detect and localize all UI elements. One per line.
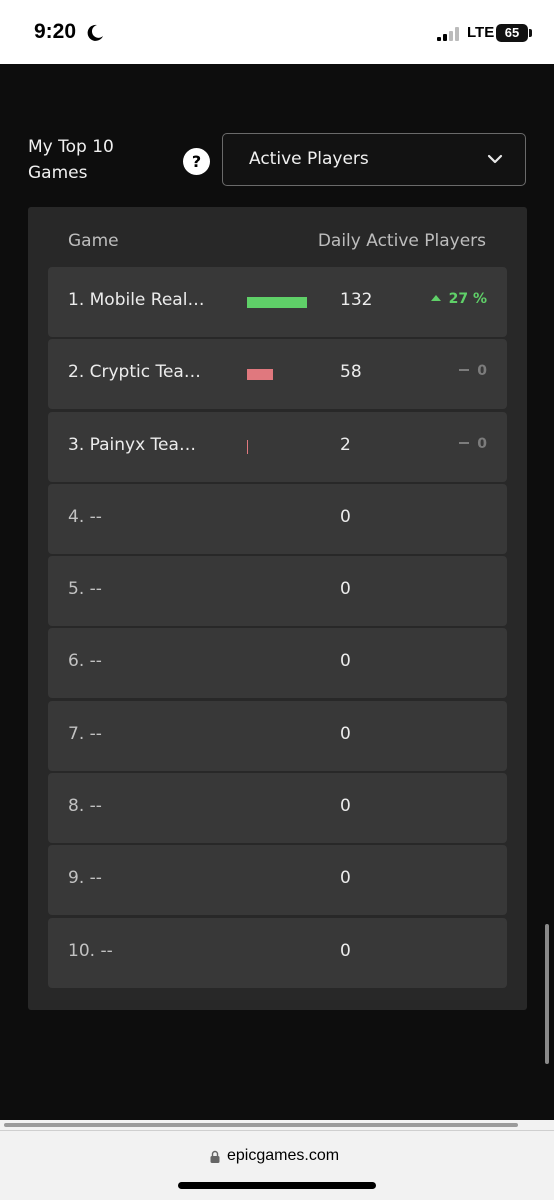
game-row[interactable]: 8. -- 0 (48, 773, 507, 844)
game-name: 1. Mobile Reali… (68, 290, 208, 310)
moon-icon (87, 24, 103, 41)
game-row[interactable]: 7. -- 0 (48, 700, 507, 771)
change-indicator: 27 % (430, 291, 487, 307)
battery-level: 65 (504, 25, 520, 40)
games-list: 1. Mobile Reali… 132 27 % 2. Cryptic Tea… 58… (48, 267, 507, 990)
game-row[interactable]: 2. Cryptic Tea… 58 0 (48, 339, 507, 410)
game-row[interactable]: 9. -- 0 (48, 845, 507, 916)
player-count: 132 (340, 290, 373, 310)
game-name: 3. Painyx Team… (68, 434, 208, 455)
change-value: 0 (477, 363, 487, 380)
metric-dropdown[interactable]: Active Players (222, 133, 526, 186)
player-count: 0 (340, 868, 351, 889)
game-row[interactable]: 10. -- 0 (48, 917, 507, 988)
signal-icon (437, 27, 459, 41)
game-row[interactable]: 4. -- 0 (48, 483, 507, 554)
metric-dropdown-value: Active Players (249, 149, 369, 169)
change-value: 0 (477, 435, 487, 452)
help-icon[interactable]: ? (183, 148, 210, 175)
game-name: 4. -- (68, 506, 102, 527)
player-count: 0 (340, 579, 351, 600)
player-count: 58 (340, 362, 362, 383)
section-title: My Top 10 Games (28, 137, 114, 183)
status-time: 9:20 (34, 20, 77, 43)
network-label: LTE (467, 24, 495, 41)
battery-icon: 65 (496, 24, 528, 42)
top-games-panel: Game Daily Active Players 1. Mobile Real… (28, 207, 527, 1010)
game-name: 6. -- (68, 651, 102, 672)
column-header-daily-active-players: Daily Active Players (317, 231, 486, 251)
player-count: 0 (340, 940, 351, 961)
change-value: 27 % (448, 291, 487, 307)
horizontal-scroll-indicator (4, 1123, 518, 1127)
player-bar (247, 439, 248, 454)
status-bar: 9:20 LTE 65 (0, 0, 554, 64)
column-header-game: Game (68, 231, 119, 251)
player-bar (247, 369, 273, 381)
game-row[interactable]: 1. Mobile Reali… 132 27 % (48, 267, 507, 337)
game-name: 9. -- (68, 868, 102, 889)
battery-tip (529, 29, 532, 37)
player-count: 0 (340, 796, 351, 817)
main-content: My Top 10 Games ? Active Players Game Da… (0, 64, 554, 1120)
player-count: 0 (340, 723, 351, 744)
home-indicator[interactable] (178, 1182, 376, 1189)
trend-flat-icon (459, 441, 470, 444)
divider (0, 1130, 554, 1131)
url-bar[interactable]: epicgames.com (227, 1147, 339, 1165)
trend-flat-icon (459, 369, 470, 372)
game-name: 5. -- (68, 579, 102, 600)
player-bar (247, 297, 307, 308)
browser-bottom-bar: epicgames.com (0, 1120, 554, 1200)
game-row[interactable]: 5. -- 0 (48, 556, 507, 627)
player-count: 0 (340, 506, 351, 527)
game-name: 10. -- (68, 940, 113, 961)
game-name: 7. -- (68, 723, 102, 744)
change-indicator: 0 (459, 363, 487, 379)
chevron-down-icon (487, 154, 503, 164)
game-row[interactable]: 6. -- 0 (48, 628, 507, 699)
change-indicator: 0 (459, 436, 487, 452)
game-row[interactable]: 3. Painyx Team… 2 0 (48, 411, 507, 482)
game-name: 2. Cryptic Tea… (68, 362, 201, 383)
lock-icon (210, 1150, 220, 1163)
trend-up-icon (430, 295, 441, 301)
scrollbar[interactable] (545, 924, 549, 1064)
player-count: 0 (340, 651, 351, 672)
player-count: 2 (340, 434, 351, 455)
game-name: 8. -- (68, 796, 102, 817)
